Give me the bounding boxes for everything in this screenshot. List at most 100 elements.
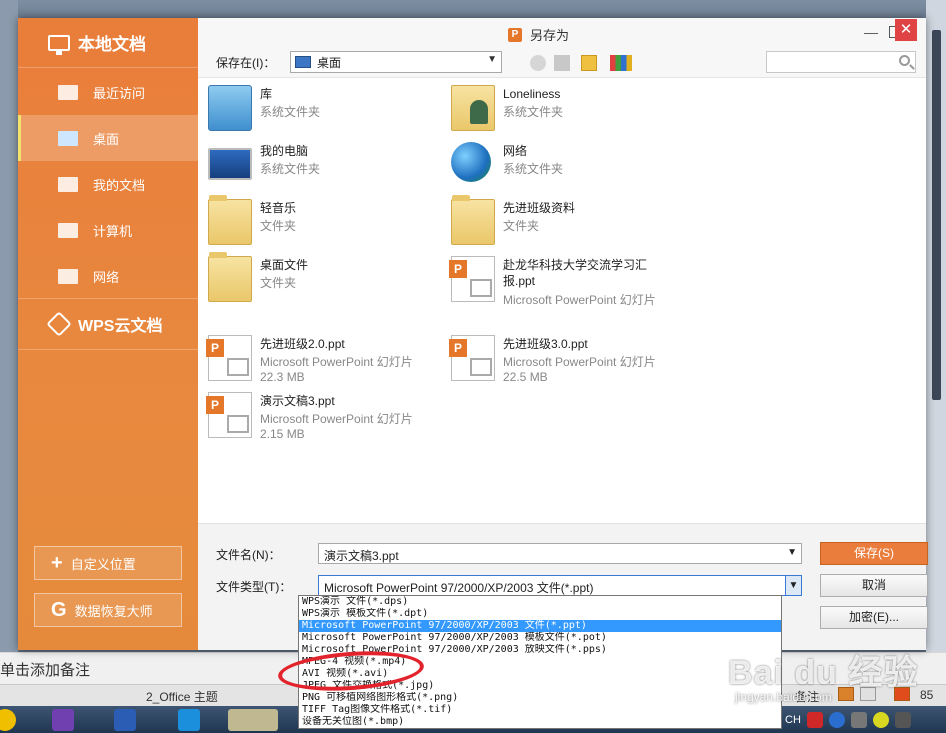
encrypt-button[interactable]: 加密(E)...	[820, 606, 928, 629]
file-name: 先进班级3.0.ppt	[503, 337, 588, 351]
file-size: 22.3 MB	[260, 370, 305, 384]
file-type: 系统文件夹	[503, 162, 564, 176]
sidebar-header[interactable]: 本地文档	[18, 18, 198, 68]
minimize-button[interactable]: —	[861, 22, 881, 42]
status-theme-name: 2_Office 主题	[146, 690, 218, 704]
file-item[interactable]: 赴龙华科技大学交流学习汇报.ppt Microsoft PowerPoint 幻…	[441, 254, 681, 314]
back-icon[interactable]	[530, 55, 546, 71]
sidebar-item-desktop[interactable]: 桌面	[18, 115, 198, 161]
filetype-option[interactable]: WPS演示 文件(*.dps)	[299, 596, 781, 608]
ppt-file-icon	[449, 335, 495, 381]
file-list: 库 系统文件夹 Loneliness 系统文件夹 我的电脑 系统文件夹 网络 系…	[198, 79, 926, 523]
sidebar-header-label: 本地文档	[78, 35, 146, 54]
sidebar-item-label: 桌面	[93, 131, 120, 147]
file-item[interactable]: Loneliness 系统文件夹	[441, 83, 681, 137]
library-icon	[208, 85, 252, 131]
chevron-down-icon[interactable]: ▼	[787, 547, 797, 558]
file-type: 系统文件夹	[260, 162, 321, 176]
file-item[interactable]: 先进班级3.0.ppt Microsoft PowerPoint 幻灯片 22.…	[441, 333, 681, 387]
watermark-url: jingyan.baidu.com	[735, 690, 832, 704]
filetype-option[interactable]: Microsoft PowerPoint 97/2000/XP/2003 模板文…	[299, 632, 781, 644]
filetype-option[interactable]: PNG 可移植网络图形格式(*.png)	[299, 692, 781, 704]
background-right-edge	[926, 0, 946, 660]
filetype-select[interactable]: Microsoft PowerPoint 97/2000/XP/2003 文件(…	[318, 575, 802, 596]
browser-icon[interactable]	[178, 709, 200, 731]
new-folder-icon[interactable]	[581, 55, 597, 71]
save-in-label: 保存在(I)：	[216, 56, 276, 70]
file-item[interactable]: 网络 系统文件夹	[441, 140, 681, 194]
filetype-label: 文件类型(T)：	[216, 580, 292, 594]
file-name: 桌面文件	[260, 258, 309, 272]
security-icon[interactable]	[872, 712, 889, 728]
file-size: 22.5 MB	[503, 370, 548, 384]
sidebar-item-recent[interactable]: 最近访问	[18, 69, 198, 115]
baidu-jingyan-watermark: Bai du 经验	[728, 654, 919, 692]
ppt-file-icon	[449, 256, 495, 302]
file-item[interactable]: 先进班级2.0.ppt Microsoft PowerPoint 幻灯片 22.…	[198, 333, 438, 387]
chevron-down-icon: ▼	[487, 54, 497, 65]
file-item[interactable]: 桌面文件 文件夹	[198, 252, 438, 308]
location-toolbar: 保存在(I)： 桌面 ▼	[198, 48, 926, 78]
network-globe-icon	[451, 142, 491, 182]
file-name: 先进班级资料	[503, 201, 576, 215]
wps-writer-icon[interactable]	[114, 709, 136, 731]
settings-icon[interactable]	[850, 712, 867, 728]
save-in-value: 桌面	[317, 55, 342, 70]
filetype-option[interactable]: TIFF Tag图像文件格式(*.tif)	[299, 704, 781, 716]
tray-overflow-icon[interactable]	[894, 712, 911, 728]
view-menu-icon[interactable]	[610, 55, 632, 71]
system-tray: CH	[785, 710, 911, 730]
custom-location-label: 自定义位置	[70, 556, 136, 572]
cancel-button[interactable]: 取消	[820, 574, 928, 597]
file-item[interactable]: 库 系统文件夹	[198, 83, 438, 137]
filetype-option-selected[interactable]: Microsoft PowerPoint 97/2000/XP/2003 文件(…	[299, 620, 781, 632]
save-as-dialog: 本地文档 最近访问 桌面 我的文档 计算机 网络 WPS云文档 + 自定义位置	[18, 18, 928, 650]
plus-icon: +	[51, 552, 63, 574]
recent-folder-icon	[58, 84, 78, 100]
data-recovery-button[interactable]: G 数据恢复大师	[34, 593, 182, 627]
file-item[interactable]: 轻音乐 文件夹	[198, 195, 438, 251]
file-name: 我的电脑	[260, 144, 309, 158]
sidebar-item-my-documents[interactable]: 我的文档	[18, 161, 198, 207]
chevron-down-icon[interactable]: ▼	[785, 576, 801, 595]
recovery-icon: G	[51, 599, 67, 621]
filename-value: 演示文稿3.ppt	[324, 549, 399, 563]
desktop-icon	[58, 130, 78, 146]
file-item[interactable]: 我的电脑 系统文件夹	[198, 140, 438, 194]
file-name: 库	[260, 87, 273, 101]
help-icon[interactable]	[828, 712, 845, 728]
folder-icon	[208, 195, 252, 245]
sidebar-item-computer[interactable]: 计算机	[18, 207, 198, 253]
file-name: Loneliness	[503, 87, 561, 101]
file-item[interactable]: 演示文稿3.ppt Microsoft PowerPoint 幻灯片 2.15 …	[198, 390, 438, 444]
file-size: 2.15 MB	[260, 427, 305, 441]
visual-studio-icon[interactable]	[52, 709, 74, 731]
background-scrollbar[interactable]	[932, 30, 941, 400]
sidebar-item-network[interactable]: 网络	[18, 253, 198, 299]
filename-label: 文件名(N)：	[216, 548, 281, 562]
filename-input[interactable]: 演示文稿3.ppt ▼	[318, 543, 802, 564]
notes-placeholder: 单击添加备注	[0, 662, 91, 679]
file-type: 系统文件夹	[503, 105, 564, 119]
filetype-option[interactable]: 设备无关位图(*.bmp)	[299, 716, 781, 728]
input-method-icon[interactable]	[806, 712, 823, 728]
search-input[interactable]	[766, 51, 916, 73]
file-type: Microsoft PowerPoint 幻灯片	[260, 412, 413, 426]
taskbar-app-thumbnail[interactable]	[228, 709, 278, 731]
file-type: 文件夹	[260, 276, 297, 290]
file-name: 网络	[503, 144, 528, 158]
sidebar-wps-cloud[interactable]: WPS云文档	[18, 298, 198, 350]
dialog-title-text: 另存为	[530, 28, 570, 43]
save-in-select[interactable]: 桌面 ▼	[290, 51, 502, 73]
up-folder-icon[interactable]	[554, 55, 570, 71]
wps-cloud-icon	[46, 311, 72, 337]
custom-location-button[interactable]: + 自定义位置	[34, 546, 182, 580]
save-button[interactable]: 保存(S)	[820, 542, 928, 565]
close-button[interactable]: ✕	[895, 19, 917, 41]
ime-indicator[interactable]: CH	[785, 714, 801, 726]
file-name: 演示文稿3.ppt	[260, 394, 335, 408]
file-item[interactable]: 先进班级资料 文件夹	[441, 195, 681, 251]
filetype-option[interactable]: WPS演示 模板文件(*.dpt)	[299, 608, 781, 620]
background-window-titlebar	[0, 0, 946, 18]
user-folder-icon	[451, 85, 495, 131]
